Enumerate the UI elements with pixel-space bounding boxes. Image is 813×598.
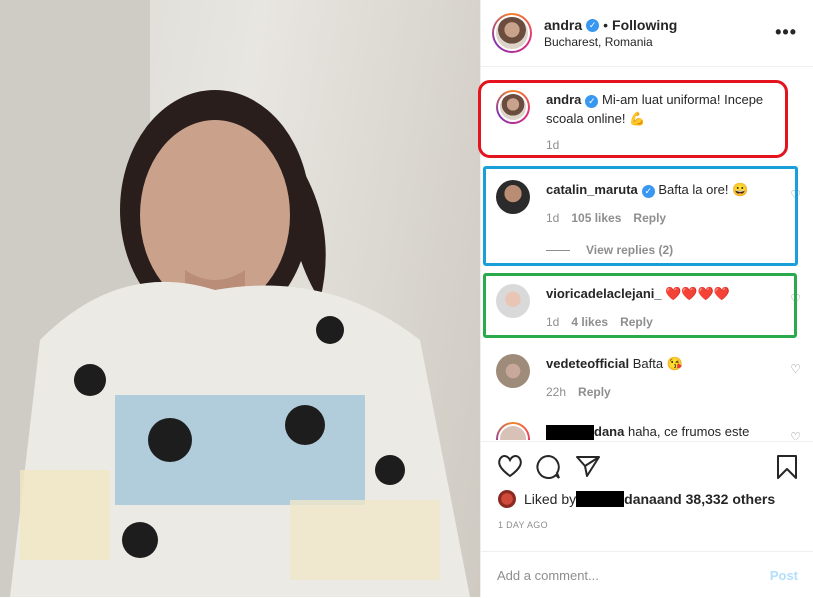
comment-input[interactable] bbox=[497, 567, 770, 583]
heart-icon[interactable] bbox=[497, 454, 523, 483]
comment-highlight-box-blue bbox=[483, 166, 798, 266]
likes-count[interactable]: and 38,332 others bbox=[657, 491, 775, 507]
post-sidebar: andra ✓ • Following Bucharest, Romania •… bbox=[478, 0, 813, 597]
more-options-icon[interactable]: ••• bbox=[775, 22, 797, 43]
like-comment-icon[interactable]: ♡ bbox=[790, 430, 801, 440]
author-username[interactable]: andra bbox=[544, 17, 582, 33]
liker-username[interactable]: dana bbox=[624, 491, 657, 507]
post-actions: Liked by dana and 38,332 others 1 DAY AG… bbox=[481, 441, 813, 597]
comment-time: 22h bbox=[546, 385, 567, 399]
commenter-avatar[interactable] bbox=[496, 354, 530, 388]
liked-by-prefix: Liked by bbox=[524, 491, 577, 507]
share-icon[interactable] bbox=[575, 454, 601, 483]
commenter-username[interactable]: vedeteofficial bbox=[546, 356, 629, 371]
commenter-username[interactable]: dana bbox=[594, 424, 624, 439]
reply-button[interactable]: Reply bbox=[578, 383, 611, 402]
bookmark-icon[interactable] bbox=[776, 454, 798, 485]
post-comment-button[interactable]: Post bbox=[770, 568, 798, 583]
verified-icon: ✓ bbox=[586, 18, 600, 32]
comment-icon[interactable] bbox=[535, 454, 561, 485]
add-comment-bar: Post bbox=[481, 551, 813, 598]
like-comment-icon[interactable]: ♡ bbox=[790, 362, 801, 376]
following-button[interactable]: Following bbox=[612, 17, 677, 33]
commenter-avatar[interactable] bbox=[496, 422, 530, 440]
post-header: andra ✓ • Following Bucharest, Romania •… bbox=[481, 0, 813, 67]
liked-by[interactable]: Liked by dana and 38,332 others bbox=[498, 490, 775, 508]
comment-highlight-box-green bbox=[483, 273, 797, 338]
author-avatar[interactable] bbox=[492, 13, 532, 53]
liker-avatar bbox=[498, 490, 516, 508]
comment-item: vedeteofficial Bafta 😘 22h Reply ♡ bbox=[496, 354, 801, 402]
comment-text: haha, ce frumos este bbox=[627, 424, 750, 439]
instagram-post: andra ✓ • Following Bucharest, Romania •… bbox=[0, 0, 813, 597]
redacted-block bbox=[546, 424, 594, 440]
post-location[interactable]: Bucharest, Romania bbox=[544, 35, 677, 49]
comment-text: Bafta 😘 bbox=[632, 356, 683, 371]
caption-highlight-box bbox=[478, 80, 788, 158]
post-time: 1 DAY AGO bbox=[498, 520, 548, 530]
redacted-block bbox=[576, 491, 625, 507]
comment-item: dana haha, ce frumos este ♡ bbox=[496, 422, 801, 440]
post-photo bbox=[0, 0, 480, 597]
